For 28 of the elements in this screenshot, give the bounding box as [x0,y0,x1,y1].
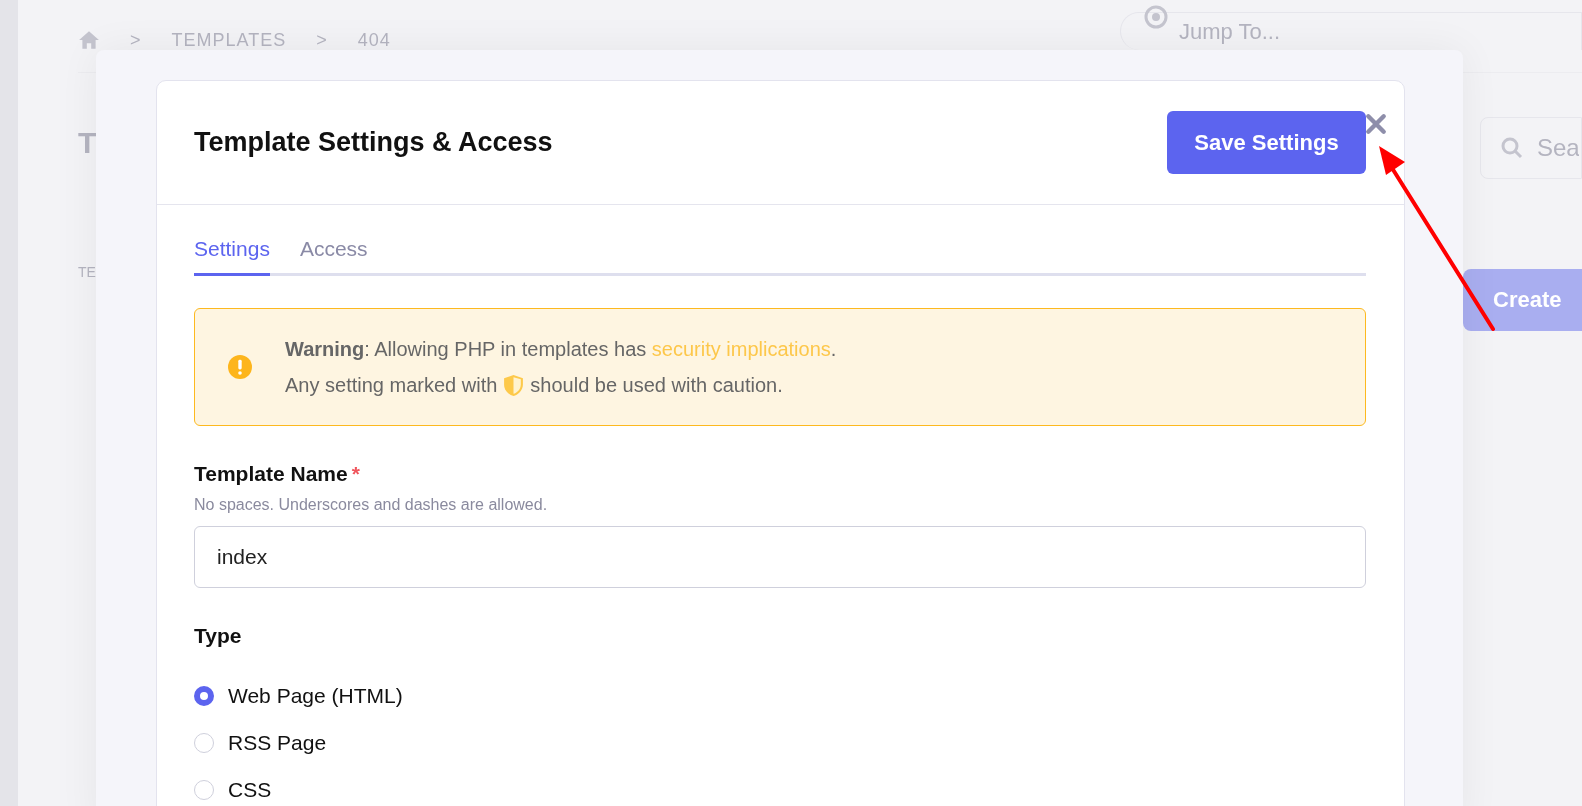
required-mark: * [351,462,360,486]
radio-label[interactable]: CSS [228,777,272,802]
shield-icon [503,373,525,397]
caution-text: Any setting marked with [285,373,498,398]
home-icon[interactable] [78,30,100,50]
warning-text: Warning: Allowing PHP in templates has security implications. [285,337,837,362]
close-icon[interactable] [1365,113,1387,135]
breadcrumb-separator: > [130,29,142,51]
page-heading: T [78,126,96,160]
radio-label[interactable]: RSS Page [228,730,327,755]
caution-text: should be used with caution. [530,373,783,398]
breadcrumb-separator: > [316,29,328,51]
template-name-field[interactable]: index [194,526,1366,588]
field-label: Type [194,624,243,648]
field-label: Template Name [194,462,348,486]
tab[interactable]: Access [299,237,368,276]
search-icon [1500,136,1524,160]
save-settings-button[interactable]: Save Settings [1167,111,1366,174]
tab[interactable]: Settings [194,237,270,276]
jump-to-field[interactable]: Jump To... [1120,12,1582,50]
page-subheading: TE [78,264,96,280]
search-field[interactable]: Sea [1480,117,1582,179]
modal-title: Template Settings & Access [194,127,553,158]
radio-label[interactable]: Web Page (HTML) [228,683,403,708]
warning-icon [228,355,252,379]
help-text: No spaces. Underscores and dashes are allowed. [194,496,549,514]
radio-button[interactable] [194,685,214,706]
target-icon [1144,5,1168,29]
